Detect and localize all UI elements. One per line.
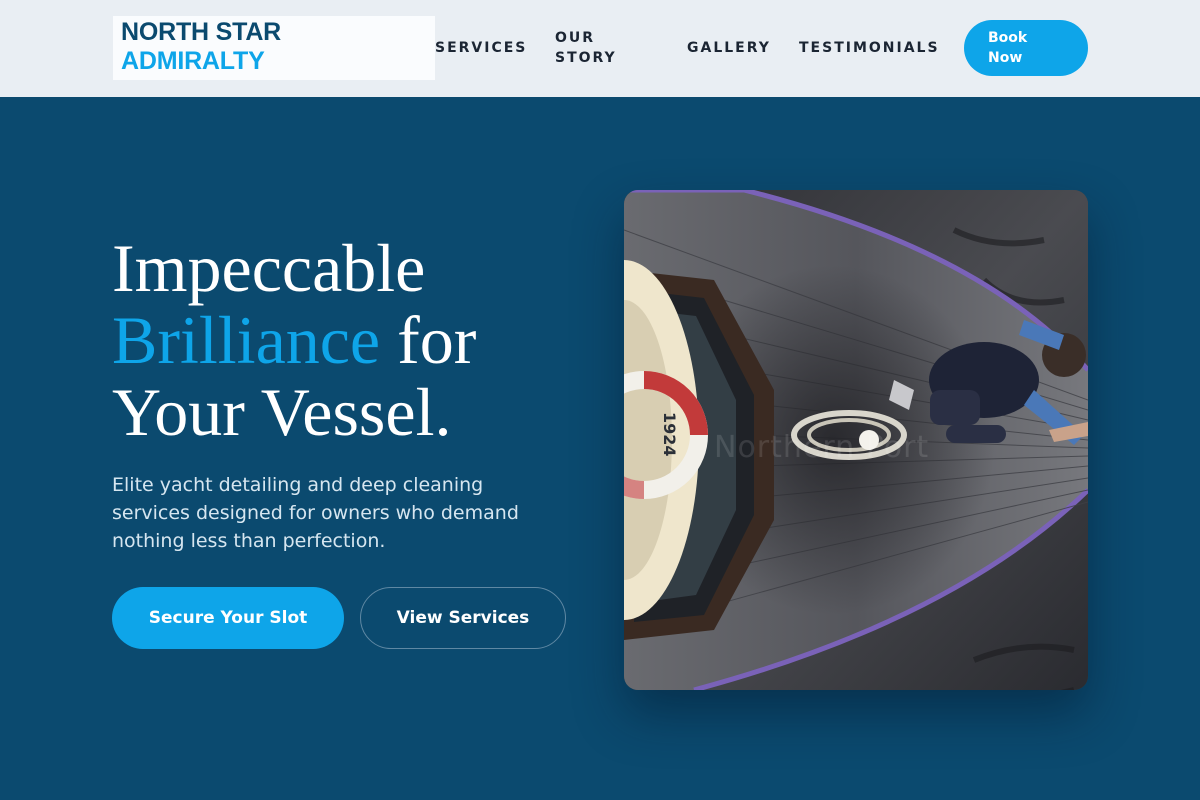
brand-line1: NORTH STAR	[121, 18, 282, 46]
lifebuoy-number: 1924	[660, 412, 679, 457]
view-services-button[interactable]: View Services	[360, 587, 566, 649]
secure-slot-button[interactable]: Secure Your Slot	[112, 587, 344, 649]
nav-link-our-story[interactable]: OUR STORY	[555, 28, 645, 68]
hero-title-line1: Impeccable	[112, 230, 426, 306]
hero-subtitle: Elite yacht detailing and deep cleaning …	[112, 474, 519, 552]
hero-title-accent: Brilliance	[112, 302, 381, 378]
brand-logo[interactable]: NORTH STAR ADMIRALTY	[113, 16, 435, 80]
hero-title-mid: for	[380, 302, 477, 378]
image-watermark: Northern Port	[714, 430, 930, 465]
book-now-button[interactable]: Book Now	[964, 20, 1088, 76]
nav-link-testimonials[interactable]: TESTIMONIALS	[799, 38, 940, 58]
brand-line2: ADMIRALTY	[121, 47, 265, 75]
nav-link-services[interactable]: SERVICES	[435, 38, 527, 58]
boat-deck-photo: 1924 Northern Port	[624, 190, 1088, 690]
hero-title: Impeccable Brilliance for Your Vessel.	[112, 232, 582, 448]
nav-link-gallery[interactable]: GALLERY	[687, 38, 771, 58]
site-header: NORTH STAR ADMIRALTY SERVICES OUR STORY …	[0, 0, 1200, 97]
hero-title-line3: Your Vessel.	[112, 374, 452, 450]
